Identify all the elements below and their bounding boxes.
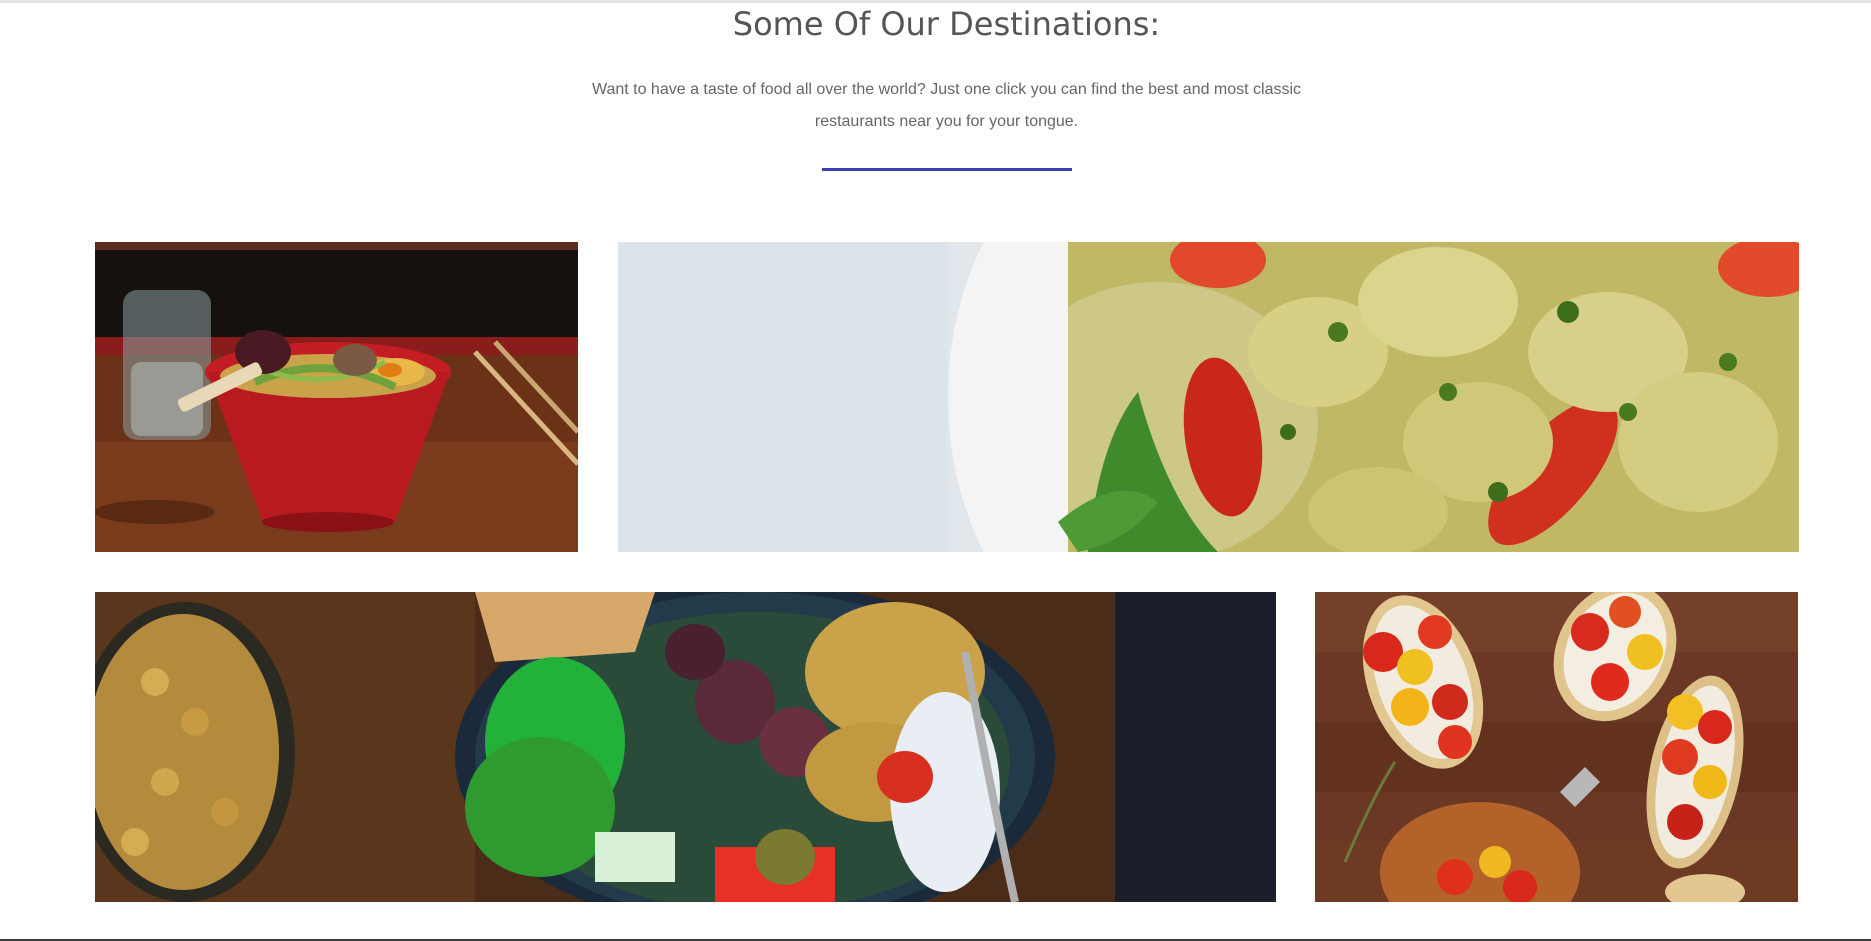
- tomato-bruschetta-photo: [1315, 592, 1798, 902]
- section-title: Some Of Our Destinations:: [732, 5, 1161, 43]
- intro-line-1: Want to have a taste of food all over th…: [591, 81, 1302, 98]
- gallery-image-pasta[interactable]: [618, 242, 1799, 552]
- gallery-image-bruschetta[interactable]: [1315, 592, 1798, 902]
- title-accent-underline: [822, 168, 1072, 171]
- gallery-image-chickpea-bowl[interactable]: [95, 592, 1276, 902]
- ramen-bowl-photo: [95, 242, 578, 552]
- pesto-farfalle-photo: [618, 242, 1799, 552]
- intro-line-2: restaurants near you for your tongue.: [814, 113, 1079, 130]
- chickpea-salad-bowl-photo: [95, 592, 1276, 902]
- section-intro: Want to have a taste of food all over th…: [580, 74, 1313, 138]
- gallery-image-ramen[interactable]: [95, 242, 578, 552]
